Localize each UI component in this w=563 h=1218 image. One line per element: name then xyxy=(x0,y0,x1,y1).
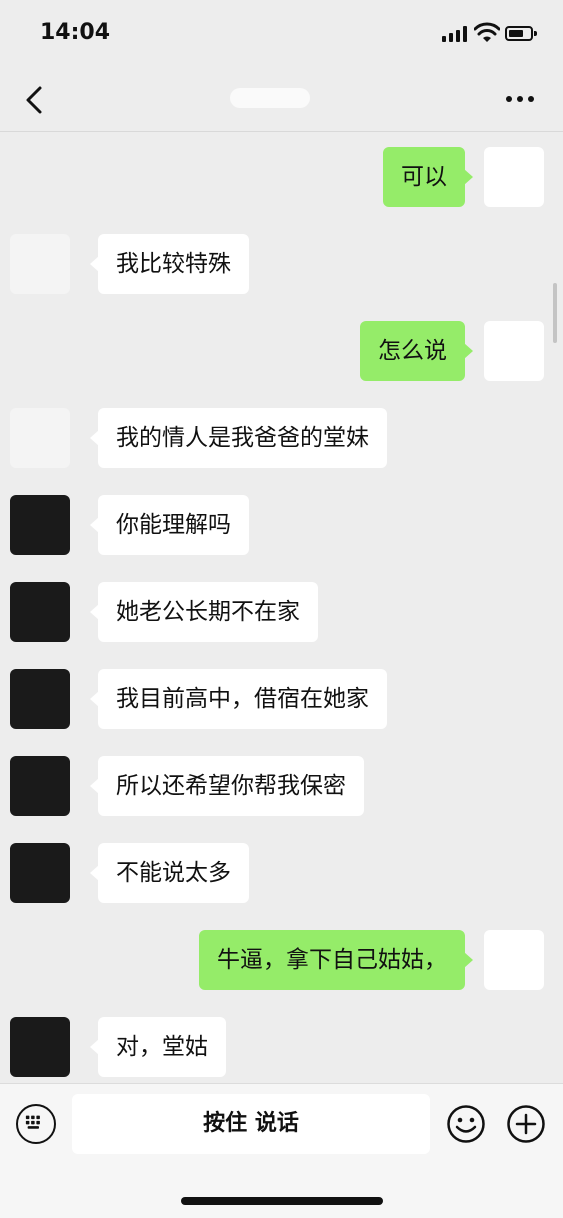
message-bubble-incoming[interactable]: 你能理解吗 xyxy=(90,495,249,555)
emoji-icon[interactable] xyxy=(446,1104,486,1144)
wifi-icon xyxy=(474,22,500,42)
scrollbar[interactable] xyxy=(553,283,557,343)
avatar[interactable] xyxy=(484,930,544,990)
avatar[interactable] xyxy=(10,843,70,903)
plus-icon[interactable] xyxy=(506,1104,546,1144)
battery-icon xyxy=(505,26,537,41)
avatar[interactable] xyxy=(484,321,544,381)
avatar[interactable] xyxy=(10,495,70,555)
nav-bar xyxy=(0,70,563,132)
status-time: 14:04 xyxy=(40,20,111,45)
message-bubble-incoming[interactable]: 对，堂姑 xyxy=(90,1017,226,1077)
keyboard-icon[interactable] xyxy=(16,1104,56,1144)
home-indicator[interactable] xyxy=(181,1197,383,1205)
message-bubble-incoming[interactable]: 她老公长期不在家 xyxy=(90,582,318,642)
message-bubble-outgoing[interactable]: 可以 xyxy=(383,147,473,207)
input-bar: 按住 说话 xyxy=(0,1083,563,1218)
avatar[interactable] xyxy=(484,147,544,207)
hold-to-talk-button[interactable]: 按住 说话 xyxy=(72,1094,430,1154)
message-bubble-incoming[interactable]: 不能说太多 xyxy=(90,843,249,903)
status-bar: 14:04 xyxy=(0,0,563,70)
chat-area[interactable]: 可以 我比较特殊 怎么说 我的情人是我爸爸的堂妹 你能理解吗 她老公长期不在家 … xyxy=(0,133,563,1083)
avatar[interactable] xyxy=(10,1017,70,1077)
chevron-left-icon[interactable] xyxy=(16,80,56,120)
message-bubble-outgoing[interactable]: 怎么说 xyxy=(360,321,473,381)
message-bubble-incoming[interactable]: 所以还希望你帮我保密 xyxy=(90,756,364,816)
avatar[interactable] xyxy=(10,408,70,468)
signal-icon xyxy=(442,26,467,42)
avatar[interactable] xyxy=(10,756,70,816)
message-bubble-incoming[interactable]: 我的情人是我爸爸的堂妹 xyxy=(90,408,387,468)
chat-title xyxy=(230,88,310,108)
message-bubble-incoming[interactable]: 我比较特殊 xyxy=(90,234,249,294)
avatar[interactable] xyxy=(10,669,70,729)
more-dots-icon[interactable] xyxy=(500,84,540,114)
avatar[interactable] xyxy=(10,582,70,642)
avatar[interactable] xyxy=(10,234,70,294)
message-bubble-outgoing[interactable]: 牛逼，拿下自己姑姑， xyxy=(199,930,473,990)
message-bubble-incoming[interactable]: 我目前高中，借宿在她家 xyxy=(90,669,387,729)
